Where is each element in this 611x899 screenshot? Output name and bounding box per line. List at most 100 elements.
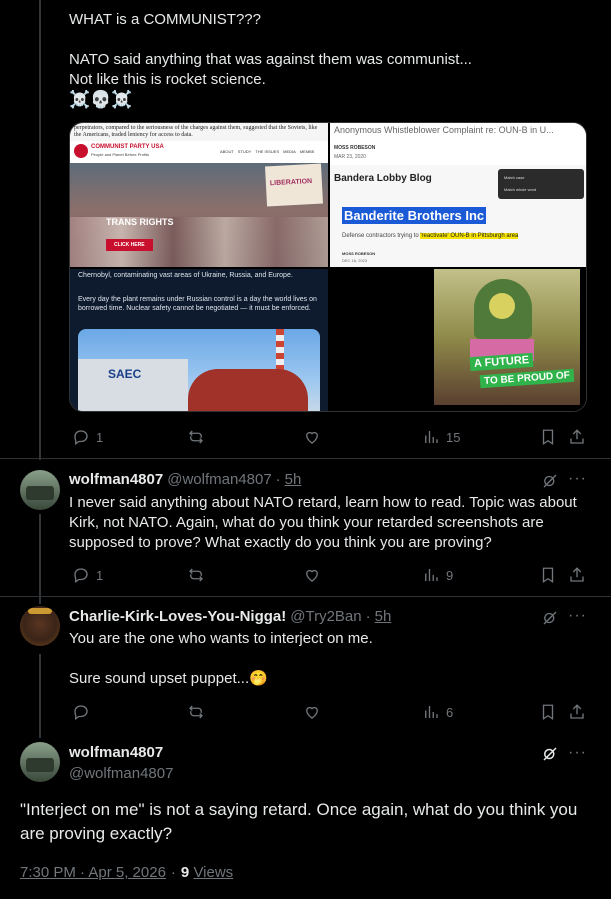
post1-like-button[interactable] [303,428,321,446]
main-timestamp[interactable]: 7:30 PM · Apr 5, 2026 [20,864,166,881]
img1-sign-board: LIBERATION [264,163,324,207]
reply1-retweet-button[interactable] [187,566,205,584]
post1-image-grid[interactable]: perpetrators, compared to the seriousnes… [69,122,587,412]
cpusa-logo-icon [74,144,88,158]
reply2-like-button[interactable] [303,703,321,721]
thread-line-mid [39,514,41,604]
reply-icon [74,568,88,584]
reply1-text: I never said anything about NATO retard,… [69,494,581,551]
reply2-emoji: 🤭 [249,670,268,687]
img1-nav-4: MEMBE [299,149,315,154]
img3-text-mid: Every day the plant remains under Russia… [78,296,317,312]
reply1-views[interactable]: 9 [422,566,453,584]
reply1-dot: · [275,471,281,488]
post1-bookmark-button[interactable] [539,428,557,446]
bookmark-icon [542,704,554,721]
img2-title: Anonymous Whistleblower Complaint re: OU… [334,125,554,135]
divider-1 [0,458,611,459]
main-grok-button[interactable] [541,745,559,768]
img2-author2: MOSS ROBESON [342,251,376,256]
img3-dome [188,369,308,411]
img1-nav-3: MEDIA [283,149,296,154]
reply-icon [74,705,88,721]
img3-text-top: Chernobyl, contaminating vast areas of U… [78,272,293,279]
image-chernobyl[interactable]: Chernobyl, contaminating vast areas of U… [70,269,328,411]
divider-2 [0,596,611,597]
img1-org-sub: People and Planet Before Profits [91,152,150,157]
reply1-grok-button[interactable] [541,472,559,495]
img1-top-caption: perpetrators, compared to the seriousnes… [74,125,318,138]
reply2-text: You are the one who wants to interject o… [69,630,373,687]
image-bandera-blog[interactable]: Anonymous Whistleblower Complaint re: OU… [330,123,586,267]
reply1-bookmark-button[interactable] [539,566,557,584]
image-cpusa[interactable]: perpetrators, compared to the seriousnes… [70,123,328,267]
like-icon [306,569,318,582]
img4-line2: TO BE PROUD OF [479,368,575,389]
main-name[interactable]: wolfman4807 [69,744,163,761]
main-views-label: Views [193,864,234,881]
img1-photo: LIBERATION TRANS RIGHTS CLICK HERE [70,163,328,267]
more-icon: ··· [568,607,587,624]
grok-icon [543,474,557,488]
like-icon [306,706,318,719]
reply2-retweet-button[interactable] [187,703,205,721]
reply2-views-count: 6 [446,704,454,720]
reply2-share-button[interactable] [568,703,586,721]
main-more-button[interactable]: ··· [568,744,587,762]
bookmark-icon [542,567,554,584]
reply2-more-button[interactable]: ··· [568,607,587,625]
img2-headline: Banderite Brothers Inc [342,207,487,224]
reply2-avatar[interactable] [20,606,60,646]
main-meta: 7:30 PM · Apr 5, 2026 · 9 Views [20,864,233,881]
reply1-like-button[interactable] [303,566,321,584]
image-future-proud[interactable]: A FUTURE TO BE PROUD OF [330,269,586,411]
reply1-avatar[interactable] [20,470,60,510]
reply2-bookmark-button[interactable] [539,703,557,721]
main-handle[interactable]: @wolfman4807 [69,765,173,782]
img2-sub-before: Defense contractors trying to [342,233,421,239]
img1-nav: ABOUT STUDY THE ISSUES MEDIA MEMBE [220,149,314,154]
post1-reply-button[interactable]: 1 [72,428,103,446]
reply1-share-button[interactable] [568,566,586,584]
reply2-handle[interactable]: @Try2Ban [290,608,361,625]
img2-sub-highlight: 'reactivate' OUN-B in Pittsburgh area [420,233,519,239]
post1-views[interactable]: 15 [422,428,460,446]
reply1-reply-button[interactable]: 1 [72,566,103,584]
reply1-header: wolfman4807 @wolfman4807 · 5h [69,471,301,488]
img1-nav-1: STUDY [237,149,252,154]
img2-blog: Bandera Lobby Blog [334,173,432,184]
img1-banner: TRANS RIGHTS [106,217,174,227]
views-icon [425,706,438,718]
main-avatar[interactable] [20,742,60,782]
views-icon [425,431,438,443]
more-icon: ··· [568,744,587,761]
reply1-time[interactable]: 5h [285,471,302,488]
reply1-handle[interactable]: @wolfman4807 [167,471,271,488]
img3-photo: SAEC [78,329,320,411]
share-icon [570,567,584,582]
img4-shirt-logo [489,293,515,319]
reply1-name[interactable]: wolfman4807 [69,471,163,488]
reply2-avatar-hat [28,608,52,614]
retweet-icon [189,568,203,582]
reply2-views[interactable]: 6 [422,703,453,721]
reply2-time[interactable]: 5h [375,608,392,625]
post1-share-button[interactable] [568,428,586,446]
post1-emoji: ☠️💀☠️ [69,90,133,109]
img3-building-sign: SAEC [108,367,142,381]
img2-date: MAR 23, 2020 [334,154,366,160]
reply2-dot: · [365,608,371,625]
like-icon [306,431,318,444]
main-views-link[interactable]: 9 Views [181,864,233,881]
reply1-views-count: 9 [446,567,454,583]
main-text: "Interject on me" is not a saying retard… [20,800,583,843]
reply1-more-button[interactable]: ··· [568,470,587,488]
retweet-icon [189,705,203,719]
reply2-name[interactable]: Charlie-Kirk-Loves-You-Nigga! [69,608,286,625]
post1-retweet-button[interactable] [187,428,205,446]
reply2-reply-button[interactable] [72,703,90,721]
reply2-text-block: You are the one who wants to interject o… [69,629,589,689]
share-icon [570,704,584,719]
reply1-reply-count: 1 [96,567,104,583]
reply2-header: Charlie-Kirk-Loves-You-Nigga! @Try2Ban ·… [69,608,391,625]
